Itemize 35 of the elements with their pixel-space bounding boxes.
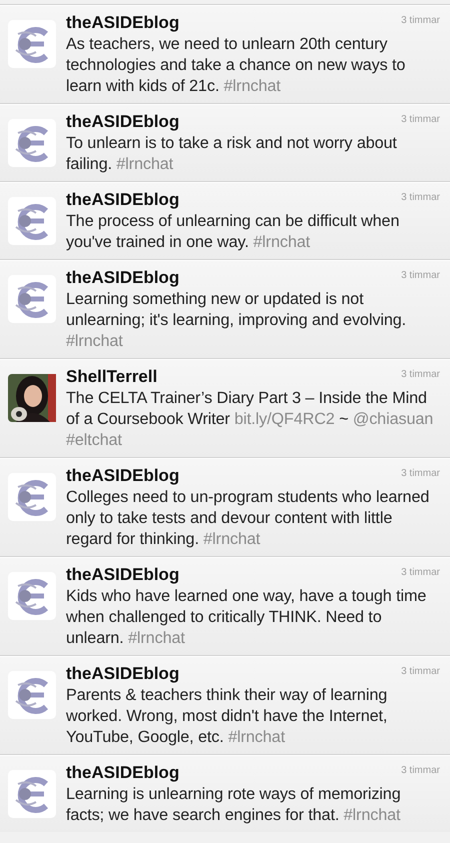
logo-icon: [8, 671, 56, 719]
logo-icon: [8, 20, 56, 68]
timestamp: 3 timmar: [401, 114, 440, 125]
tweet-text: As teachers, we need to unlearn 20th century technologies and take a chance on new ways to learn with kids of 21c. #lrnchat: [66, 34, 406, 97]
timestamp: 3 timmar: [401, 567, 440, 578]
tweet-text: Learning is unlearning rote ways of memorizing facts; we have search engines for that. #lrnchat: [66, 784, 402, 826]
tweet-text: To unlearn is to take a risk and not worry about failing. #lrnchat: [66, 133, 398, 175]
tweet-text: Parents & teachers think their way of learning worked. Wrong, most didn't have the Internet, YouTube, Google, etc. #lrnchat: [66, 685, 388, 748]
timestamp: 3 timmar: [401, 765, 440, 776]
logo-icon: [8, 572, 56, 620]
timestamp: 3 timmar: [401, 468, 440, 479]
timestamp: 3 timmar: [401, 15, 440, 26]
user-name[interactable]: theASIDEblog: [66, 12, 180, 34]
logo-icon: [8, 473, 56, 521]
user-name[interactable]: theASIDEblog: [66, 465, 180, 487]
tweet-text: The CELTA Trainer’s Diary Part 3 – Inside the Mind of a Coursebook Writer bit.ly/QF4RC2 ~ @chiasuan #eltchat: [66, 388, 434, 451]
user-name[interactable]: theASIDEblog: [66, 762, 180, 784]
user-name[interactable]: theASIDEblog: [66, 564, 180, 586]
tweet-text: The process of unlearning can be difficult when you've trained in one way. #lrnchat: [66, 211, 400, 253]
user-name[interactable]: theASIDEblog: [66, 267, 180, 289]
timestamp: 3 timmar: [401, 192, 440, 203]
tweet-text: Learning something new or updated is not unlearning; it's learning, improving and evolving. #lrnchat: [66, 289, 408, 352]
tweet-text: Kids who have learned one way, have a tough time when challenged to critically THINK. Need to unlearn. #lrnchat: [66, 586, 428, 649]
timestamp: 3 timmar: [401, 666, 440, 677]
logo-icon: [8, 197, 56, 245]
timestamp: 3 timmar: [401, 270, 440, 281]
timestamp: 3 timmar: [401, 369, 440, 380]
tweet-text: Colleges need to un-program students who learned only to take tests and devour content with little regard for thinking. #lrnchat: [66, 487, 430, 550]
user-name[interactable]: theASIDEblog: [66, 663, 180, 685]
logo-icon: [8, 275, 56, 323]
user-name[interactable]: ShellTerrell: [66, 366, 158, 388]
logo-icon: [8, 119, 56, 167]
user-name[interactable]: theASIDEblog: [66, 111, 180, 133]
user-name[interactable]: theASIDEblog: [66, 189, 180, 211]
logo-icon: [8, 770, 56, 818]
